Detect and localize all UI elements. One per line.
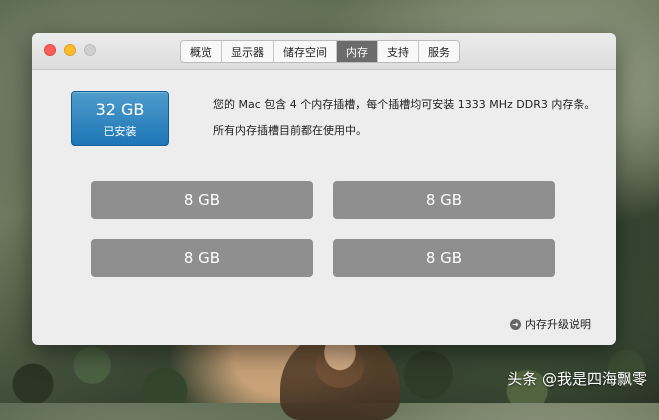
tab-memory[interactable]: 内存 — [337, 41, 378, 62]
memory-slot-status: 所有内存插槽目前都在使用中。 — [213, 124, 367, 137]
tab-support[interactable]: 支持 — [378, 41, 419, 62]
watermark-text: 头条 @我是四海飘零 — [507, 370, 647, 388]
title-bar: 概览 显示器 储存空间 内存 支持 服务 — [32, 33, 616, 70]
traffic-lights — [44, 44, 96, 56]
memory-slot-1: 8 GB — [91, 181, 313, 219]
memory-slot-2: 8 GB — [333, 181, 555, 219]
tab-overview[interactable]: 概览 — [181, 41, 222, 62]
memory-upgrade-link-label: 内存升级说明 — [525, 318, 591, 331]
tab-storage[interactable]: 储存空间 — [274, 41, 337, 62]
installed-memory-label: 已安装 — [103, 125, 137, 138]
memory-window: 概览 显示器 储存空间 内存 支持 服务 32 GB 已安装 您的 Mac 包含… — [32, 33, 616, 345]
tab-service[interactable]: 服务 — [419, 41, 459, 62]
close-button[interactable] — [44, 44, 56, 56]
memory-slot-description: 您的 Mac 包含 4 个内存插槽，每个插槽均可安装 1333 MHz DDR3… — [213, 98, 596, 111]
zoom-button[interactable] — [84, 44, 96, 56]
memory-upgrade-link[interactable]: ➜ 内存升级说明 — [510, 316, 591, 332]
memory-slot-3: 8 GB — [91, 239, 313, 277]
installed-memory-card: 32 GB 已安装 — [71, 91, 169, 146]
arrow-right-circle-icon: ➜ — [510, 318, 521, 330]
tab-displays[interactable]: 显示器 — [222, 41, 274, 62]
memory-content: 32 GB 已安装 您的 Mac 包含 4 个内存插槽，每个插槽均可安装 133… — [32, 70, 616, 345]
installed-memory-size: 32 GB — [95, 100, 145, 119]
minimize-button[interactable] — [64, 44, 76, 56]
memory-slot-4: 8 GB — [333, 239, 555, 277]
segmented-tabs: 概览 显示器 储存空间 内存 支持 服务 — [180, 40, 460, 63]
